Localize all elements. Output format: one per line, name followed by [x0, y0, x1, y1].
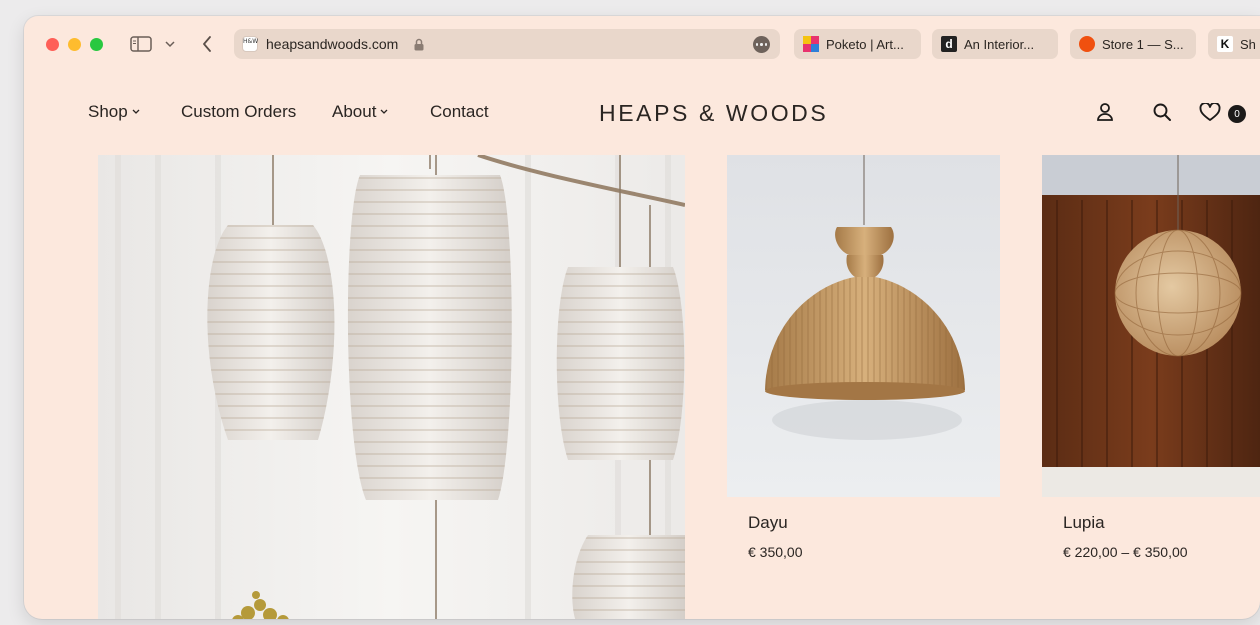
product-name[interactable]: Lupia	[1063, 513, 1105, 533]
site-favicon-text: H&W	[243, 38, 259, 45]
nav-custom-orders-label: Custom Orders	[181, 102, 297, 121]
nav-custom-orders[interactable]: Custom Orders	[181, 102, 296, 122]
nav-shop[interactable]: Shop	[88, 102, 140, 122]
nav-about-label: About	[332, 102, 377, 121]
chevron-down-icon[interactable]	[164, 38, 176, 50]
product-price: € 350,00	[748, 544, 803, 560]
more-icon[interactable]	[753, 36, 770, 53]
k-favicon-letter: K	[1220, 37, 1230, 51]
nav-about[interactable]: About	[332, 102, 388, 122]
product-name[interactable]: Dayu	[748, 513, 788, 533]
nav-contact-label: Contact	[430, 102, 489, 121]
site-logo[interactable]: HEAPS & WOODS	[599, 100, 828, 127]
tab-label: Poketo | Art...	[826, 36, 904, 52]
nav-shop-label: Shop	[88, 102, 128, 121]
browser-toolbar: H&W heapsandwoods.com Poketo | Art... d …	[24, 16, 1260, 74]
account-icon[interactable]	[1096, 102, 1114, 127]
url-text[interactable]: heapsandwoods.com	[266, 36, 398, 52]
wishlist-count-badge: 0	[1228, 105, 1246, 123]
tab-store[interactable]: Store 1 — S...	[1070, 29, 1196, 59]
heart-icon[interactable]	[1199, 102, 1221, 127]
hero-image[interactable]	[98, 155, 685, 619]
address-bar[interactable]: H&W heapsandwoods.com	[234, 29, 780, 59]
browser-window: H&W heapsandwoods.com Poketo | Art... d …	[24, 16, 1260, 619]
product-image-dayu[interactable]	[727, 155, 1000, 497]
tab-poketo[interactable]: Poketo | Art...	[794, 29, 921, 59]
k-favicon-icon: K	[1217, 36, 1233, 52]
chevron-down-icon	[380, 109, 388, 114]
nav-contact[interactable]: Contact	[430, 102, 489, 122]
back-icon[interactable]	[200, 35, 214, 53]
zoom-window-button[interactable]	[90, 38, 103, 51]
tab-label: An Interior...	[964, 36, 1035, 52]
tab-label: Store 1 — S...	[1102, 36, 1184, 52]
interior-favicon-icon: d	[941, 36, 957, 52]
tab-partial[interactable]: K Sh	[1208, 29, 1260, 59]
tab-interior[interactable]: d An Interior...	[932, 29, 1058, 59]
chevron-down-icon	[132, 109, 140, 114]
search-icon[interactable]	[1152, 102, 1172, 127]
store-favicon-icon	[1079, 36, 1095, 52]
product-image-lupia[interactable]	[1042, 155, 1260, 497]
close-window-button[interactable]	[46, 38, 59, 51]
site-favicon: H&W	[242, 36, 258, 52]
tab-label: Sh	[1240, 36, 1256, 52]
minimize-window-button[interactable]	[68, 38, 81, 51]
product-price: € 220,00 – € 350,00	[1063, 544, 1188, 560]
interior-favicon-letter: d	[945, 37, 953, 51]
sidebar-icon[interactable]	[130, 35, 152, 53]
lock-icon	[414, 38, 424, 56]
poketo-favicon-icon	[803, 36, 819, 52]
